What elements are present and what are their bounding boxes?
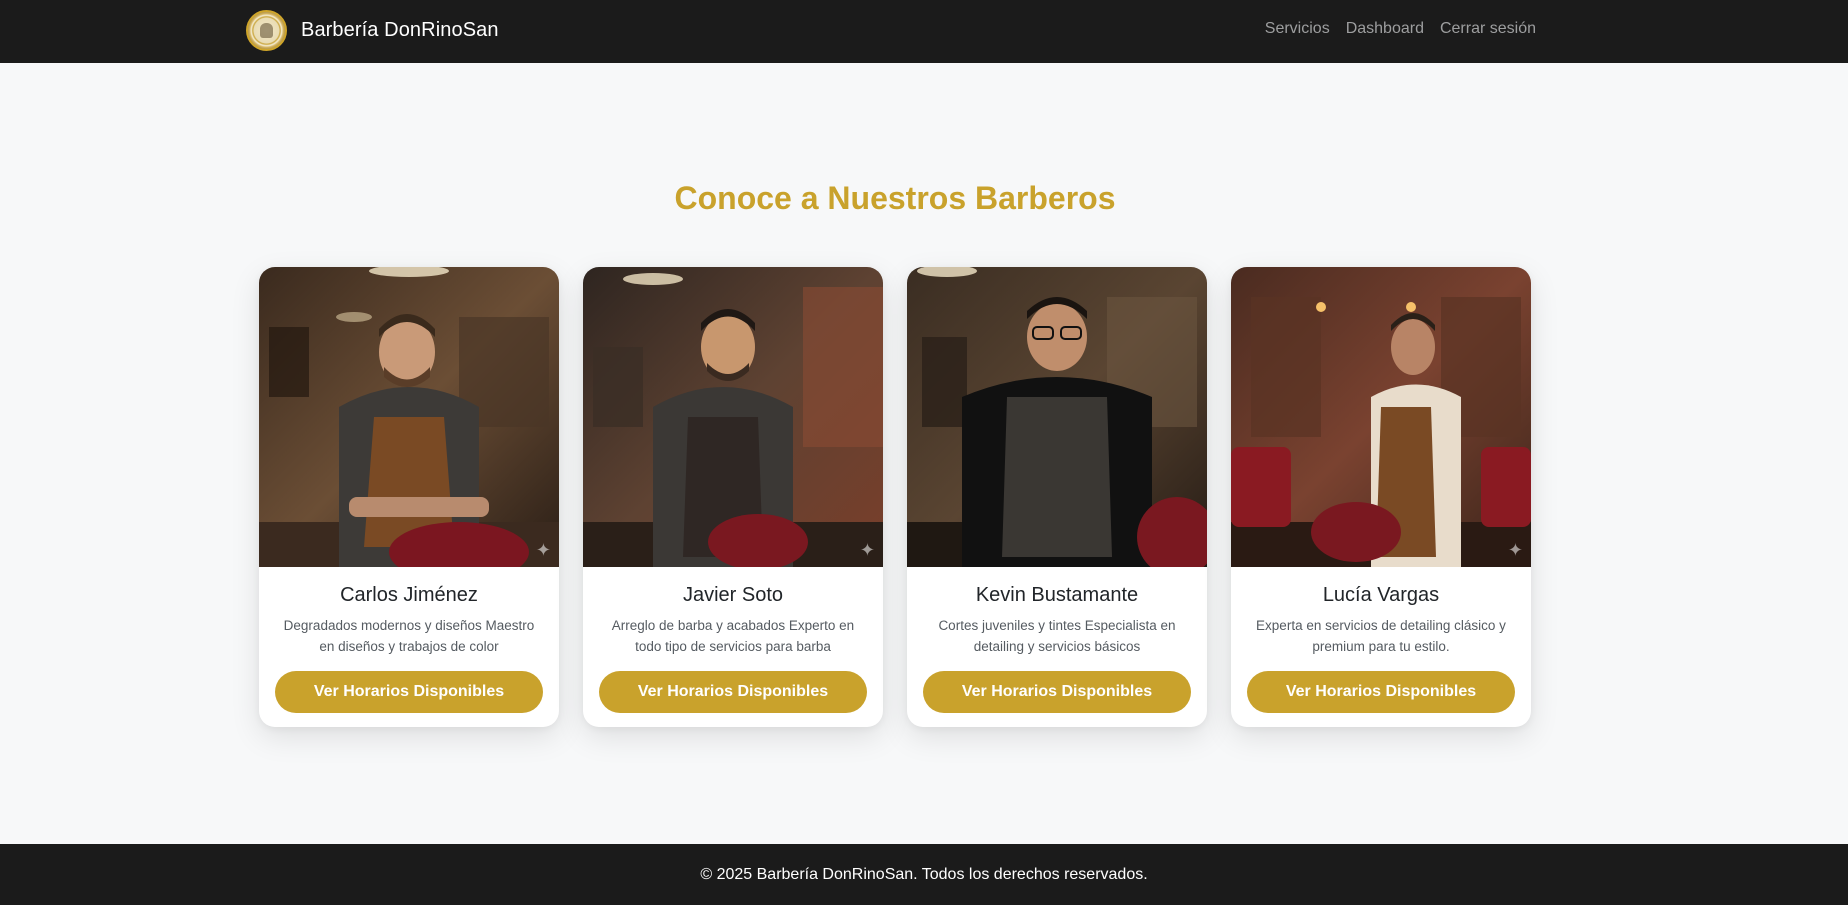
view-schedule-button[interactable]: Ver Horarios Disponibles xyxy=(599,671,867,713)
barber-photo-image xyxy=(583,267,883,567)
barber-photo-image xyxy=(259,267,559,567)
view-schedule-button[interactable]: Ver Horarios Disponibles xyxy=(275,671,543,713)
view-schedule-button[interactable]: Ver Horarios Disponibles xyxy=(1247,671,1515,713)
navbar: Barbería DonRinoSan Servicios Dashboard … xyxy=(0,0,1848,63)
barber-photo: ✦ xyxy=(583,267,883,567)
barber-card-body: Kevin Bustamante Cortes juveniles y tint… xyxy=(907,567,1207,713)
barber-card: ✦ Lucía Vargas Experta en servicios de d… xyxy=(1231,267,1531,727)
nav-link-dashboard[interactable]: Dashboard xyxy=(1346,20,1424,38)
barber-description: Cortes juveniles y tintes Especialista e… xyxy=(938,618,1176,654)
brand-name: Barbería DonRinoSan xyxy=(301,18,499,41)
barber-description: Degradados modernos y diseños Maestro en… xyxy=(283,618,535,654)
barber-description: Arreglo de barba y acabados Experto en t… xyxy=(611,618,855,654)
barber-description: Experta en servicios de detailing clásic… xyxy=(1256,618,1506,654)
brand-logo xyxy=(246,9,287,51)
brand-link[interactable]: Barbería DonRinoSan xyxy=(246,9,499,51)
barber-name: Javier Soto xyxy=(682,584,784,606)
nav-links: Servicios Dashboard Cerrar sesión xyxy=(1265,20,1536,38)
barber-card: Kevin Bustamante Cortes juveniles y tint… xyxy=(907,267,1207,727)
barber-photo xyxy=(907,267,1207,567)
barber-photo: ✦ xyxy=(1231,267,1531,567)
sparkle-icon: ✦ xyxy=(859,540,875,560)
barber-photo-image xyxy=(1231,267,1531,567)
barber-photo: ✦ xyxy=(259,267,559,567)
page-title: Conoce a Nuestros Barberos xyxy=(674,180,1116,216)
barber-card-body: Lucía Vargas Experta en servicios de det… xyxy=(1231,567,1531,713)
barber-name: Lucía Vargas xyxy=(1322,584,1440,606)
footer: © 2025 Barbería DonRinoSan. Todos los de… xyxy=(0,844,1848,905)
barbers-list: ✦ Carlos Jiménez Degradados modernos y d… xyxy=(259,267,1531,727)
barber-name: Carlos Jiménez xyxy=(340,584,478,606)
barber-card: ✦ Carlos Jiménez Degradados modernos y d… xyxy=(259,267,559,727)
sparkle-icon: ✦ xyxy=(535,540,551,560)
nav-link-cerrar-sesion[interactable]: Cerrar sesión xyxy=(1440,20,1536,38)
barber-card-body: Javier Soto Arreglo de barba y acabados … xyxy=(583,567,883,713)
barber-name: Kevin Bustamante xyxy=(975,584,1139,606)
view-schedule-button[interactable]: Ver Horarios Disponibles xyxy=(923,671,1191,713)
footer-copyright: © 2025 Barbería DonRinoSan. Todos los de… xyxy=(700,865,1148,883)
barber-photo-image xyxy=(907,267,1207,567)
barber-card: ✦ Javier Soto Arreglo de barba y acabado… xyxy=(583,267,883,727)
barber-card-body: Carlos Jiménez Degradados modernos y dis… xyxy=(259,567,559,713)
sparkle-icon: ✦ xyxy=(1507,540,1523,560)
nav-link-servicios[interactable]: Servicios xyxy=(1265,20,1330,38)
